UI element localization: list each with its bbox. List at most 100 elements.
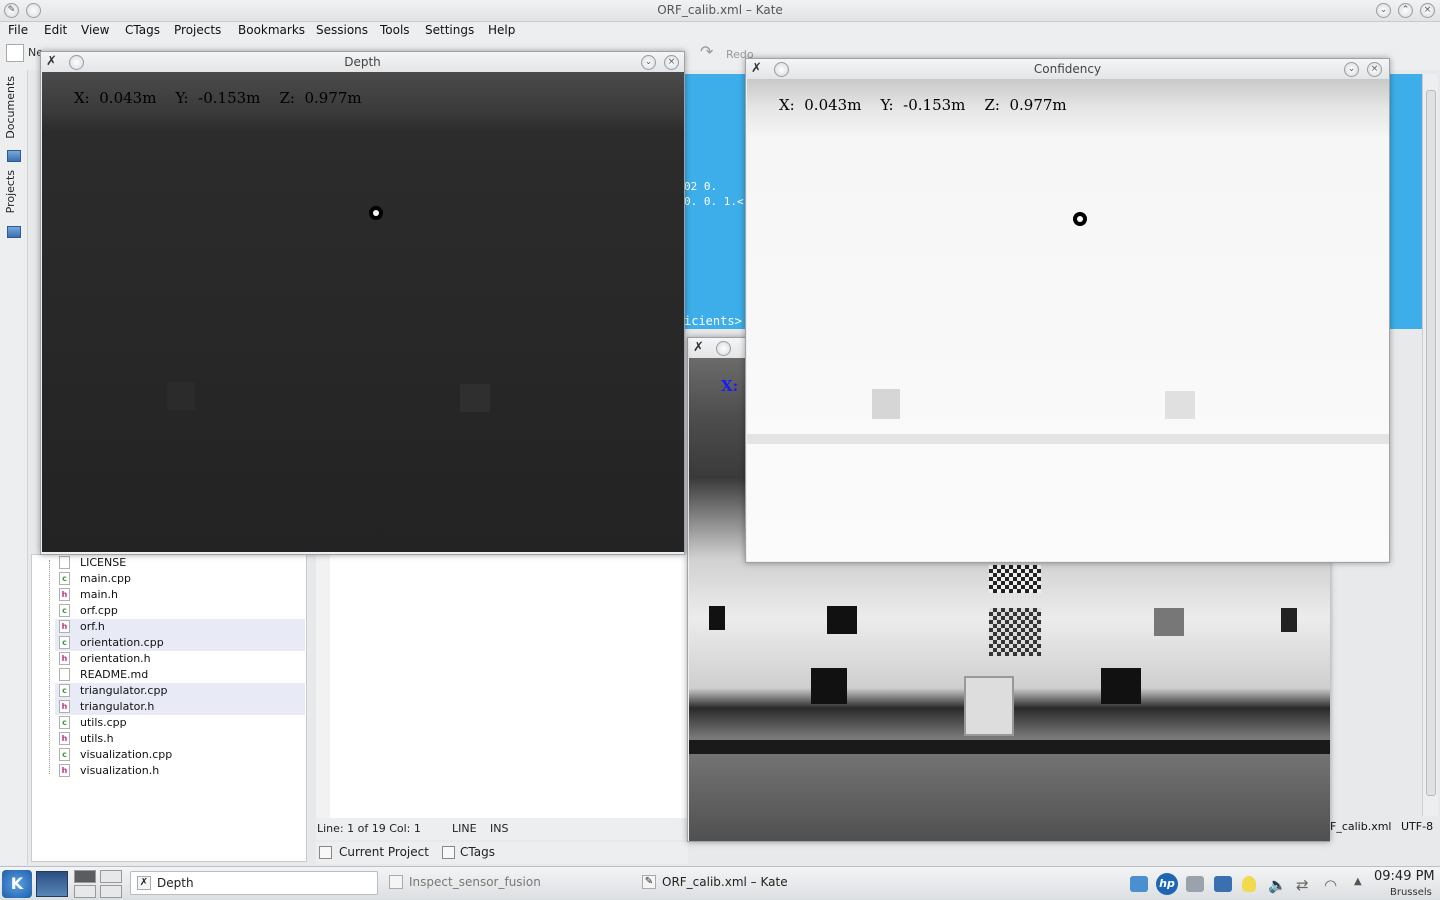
tab-ctags[interactable]: CTags [460, 845, 495, 859]
file-name: orf.h [80, 620, 105, 633]
floor-edge [689, 740, 1330, 754]
file-name: orientation.h [80, 652, 151, 665]
depth-window-titlebar[interactable]: ✗ Depth ⌄ × [41, 52, 684, 72]
file-item[interactable]: h utils.h [55, 731, 305, 747]
menu-sessions[interactable]: Sessions [316, 23, 368, 37]
network-connection-icon[interactable]: ⇄ [1296, 876, 1314, 894]
documents-icon [7, 150, 21, 162]
task-depth[interactable]: ✗ Depth [130, 871, 378, 895]
minimize-button[interactable]: ⌄ [1376, 3, 1391, 18]
confidence-image-canvas[interactable]: X: 0.043m Y: -0.153m Z: 0.977m [747, 79, 1389, 561]
header-file-icon: h [59, 620, 70, 633]
task-kate[interactable]: ✎ ORF_calib.xml – Kate [636, 871, 886, 895]
selection-mode[interactable]: LINE [452, 822, 477, 835]
file-name: LICENSE [80, 556, 127, 569]
new-document-icon[interactable] [6, 44, 24, 62]
menu-tools[interactable]: Tools [380, 23, 410, 37]
header-file-icon: h [59, 700, 70, 713]
pager-desktop-2[interactable] [100, 870, 122, 883]
status-encoding[interactable]: UTF-8 [1401, 820, 1433, 833]
pager-desktop-3[interactable] [74, 885, 96, 898]
confidence-window-titlebar[interactable]: ✗ Confidency ⌄ × [746, 59, 1389, 79]
cpp-file-icon: c [59, 716, 70, 729]
status-filename: F_calib.xml [1330, 820, 1392, 833]
file-name: orf.cpp [80, 604, 118, 617]
depth-image-window[interactable]: ✗ Depth ⌄ × X: 0.043m Y: -0.153m Z: 0.97… [40, 51, 685, 555]
task-app-icon: ✎ [642, 875, 656, 889]
wall-window [1281, 608, 1297, 632]
file-item[interactable]: h orientation.h [55, 651, 305, 667]
confidence-image-window[interactable]: ✗ Confidency ⌄ × X: 0.043m Y: -0.153m Z:… [745, 58, 1390, 563]
status-file-info: F_calib.xml UTF-8 [1330, 820, 1433, 833]
tab-documents[interactable]: Documents [4, 76, 17, 139]
cpp-file-icon: c [59, 748, 70, 761]
wall-window [1154, 608, 1184, 636]
menu-view[interactable]: View [81, 23, 109, 37]
editor-scrollbar[interactable] [1422, 74, 1438, 816]
window-app-icon[interactable]: ✗ [693, 341, 707, 355]
menu-ctags[interactable]: CTags [125, 23, 160, 37]
cpp-file-icon: c [59, 684, 70, 697]
close-button[interactable]: × [664, 55, 679, 70]
file-item[interactable]: README.md [55, 667, 305, 683]
pager-desktop-4[interactable] [100, 885, 122, 898]
application-launcher-icon[interactable]: K [2, 870, 32, 898]
menu-settings[interactable]: Settings [425, 23, 474, 37]
depth-image-canvas[interactable]: X: 0.043m Y: -0.153m Z: 0.977m [42, 72, 684, 552]
file-item[interactable]: h visualization.h [55, 763, 305, 779]
maximize-button[interactable]: ⌃ [1398, 3, 1413, 18]
file-item[interactable]: h main.h [55, 587, 305, 603]
file-item[interactable]: LICENSE [55, 555, 305, 571]
insert-mode[interactable]: INS [490, 822, 508, 835]
editor-view[interactable] [316, 554, 688, 818]
notifications-lightbulb-icon[interactable] [1242, 876, 1256, 892]
file-item[interactable]: c triangulator.cpp [55, 683, 305, 699]
tab-current-project[interactable]: Current Project [339, 845, 429, 859]
file-item[interactable]: c orientation.cpp [55, 635, 305, 651]
close-button[interactable]: × [1367, 62, 1382, 77]
minimize-button[interactable]: ⌄ [641, 55, 656, 70]
file-item[interactable]: c utils.cpp [55, 715, 305, 731]
tab-projects[interactable]: Projects [4, 170, 17, 213]
editor-text-fragment-2: 0. 0. 1.< [684, 195, 744, 208]
file-item[interactable]: c orf.cpp [55, 603, 305, 619]
door [964, 676, 1014, 736]
tray-expand-icon[interactable]: ▲ [1354, 876, 1372, 892]
window-menu-button[interactable] [716, 341, 731, 356]
hp-printer-icon[interactable]: hp [1156, 873, 1178, 895]
scrollbar-thumb[interactable] [1426, 90, 1436, 796]
menu-projects[interactable]: Projects [174, 23, 221, 37]
file-item[interactable]: c main.cpp [55, 571, 305, 587]
file-name: orientation.cpp [80, 636, 164, 649]
pager-desktop-1[interactable] [74, 870, 96, 883]
file-name: visualization.h [80, 764, 160, 777]
show-desktop-icon[interactable] [36, 871, 68, 897]
menu-bookmarks[interactable]: Bookmarks [238, 23, 305, 37]
menu-file[interactable]: File [8, 23, 28, 37]
file-name: utils.h [80, 732, 114, 745]
cpp-file-icon: c [59, 572, 70, 585]
volume-icon[interactable]: 🔈 [1268, 876, 1287, 894]
redo-icon[interactable]: ↷ [700, 42, 713, 61]
device-notifier-icon[interactable] [1186, 876, 1204, 892]
minimize-button[interactable]: ⌄ [1344, 62, 1359, 77]
wall-window [709, 606, 725, 630]
clock-time[interactable]: 09:49 PM [1374, 869, 1435, 884]
close-button[interactable]: × [1420, 3, 1435, 18]
file-item[interactable]: h orf.h [55, 619, 305, 635]
network-manager-icon[interactable] [1130, 876, 1148, 892]
file-name: main.h [80, 588, 118, 601]
menu-edit[interactable]: Edit [44, 23, 67, 37]
header-file-icon: h [59, 652, 70, 665]
confidence-window-title: Confidency [1033, 62, 1102, 76]
task-app-icon [389, 875, 403, 889]
wifi-icon[interactable]: ◠ [1324, 876, 1342, 894]
file-item[interactable]: c visualization.cpp [55, 747, 305, 763]
text-file-icon [59, 668, 70, 681]
menu-help[interactable]: Help [488, 23, 515, 37]
keyboard-layout-icon[interactable] [1214, 876, 1232, 892]
task-inspect-sensor-fusion[interactable]: Inspect_sensor_fusion [383, 871, 633, 895]
file-item[interactable]: h triangulator.h [55, 699, 305, 715]
taskbar: K ✗ Depth Inspect_sensor_fusion ✎ ORF_ca… [0, 866, 1440, 900]
coordinate-readout: X: [721, 377, 739, 395]
